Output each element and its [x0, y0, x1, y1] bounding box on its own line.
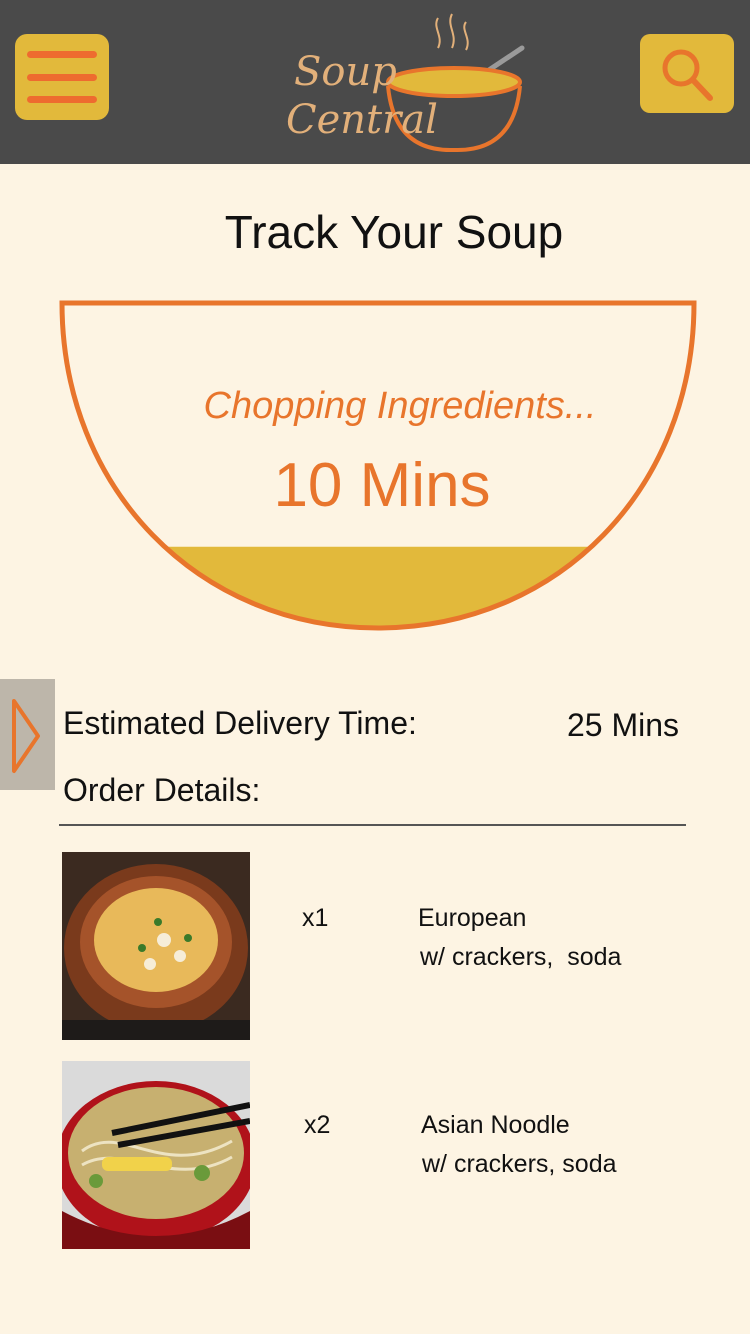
european-soup-photo — [62, 852, 250, 1040]
hamburger-menu-icon — [27, 51, 97, 58]
european-soup-image — [62, 852, 250, 1040]
logo-text-soup: Soup — [294, 49, 397, 95]
order-item-name: Asian Noodle — [421, 1111, 570, 1139]
hamburger-menu-icon-bar — [27, 96, 97, 103]
soup-central-logo: Soup Central — [282, 10, 532, 156]
order-item-extras: w/ crackers, soda — [420, 943, 622, 971]
side-drawer-toggle[interactable] — [0, 679, 55, 790]
app-header: Soup Central — [0, 0, 750, 164]
search-icon — [662, 49, 713, 101]
soup-level-fill — [62, 546, 694, 628]
order-details-label: Order Details: — [63, 772, 261, 808]
logo-text-central: Central — [286, 97, 438, 143]
order-status-text: Chopping Ingredients... — [203, 385, 597, 427]
search-button[interactable] — [640, 34, 734, 113]
asian-noodle-soup-image — [62, 1061, 250, 1249]
delivery-time-value: 25 Mins — [567, 707, 680, 743]
order-item-extras: w/ crackers, soda — [422, 1150, 617, 1178]
page-title: Track Your Soup — [224, 206, 564, 258]
asian-noodle-soup-photo — [62, 1061, 250, 1249]
order-item-qty: x2 — [304, 1111, 331, 1139]
chevron-right-icon — [12, 699, 40, 773]
delivery-time-label: Estimated Delivery Time: — [63, 705, 417, 741]
time-remaining: 10 Mins — [273, 451, 491, 520]
order-item-qty: x1 — [302, 904, 329, 932]
menu-button[interactable] — [15, 34, 109, 120]
divider — [59, 824, 686, 826]
hamburger-menu-icon-bar — [27, 74, 97, 81]
order-item-name: European — [418, 904, 527, 932]
